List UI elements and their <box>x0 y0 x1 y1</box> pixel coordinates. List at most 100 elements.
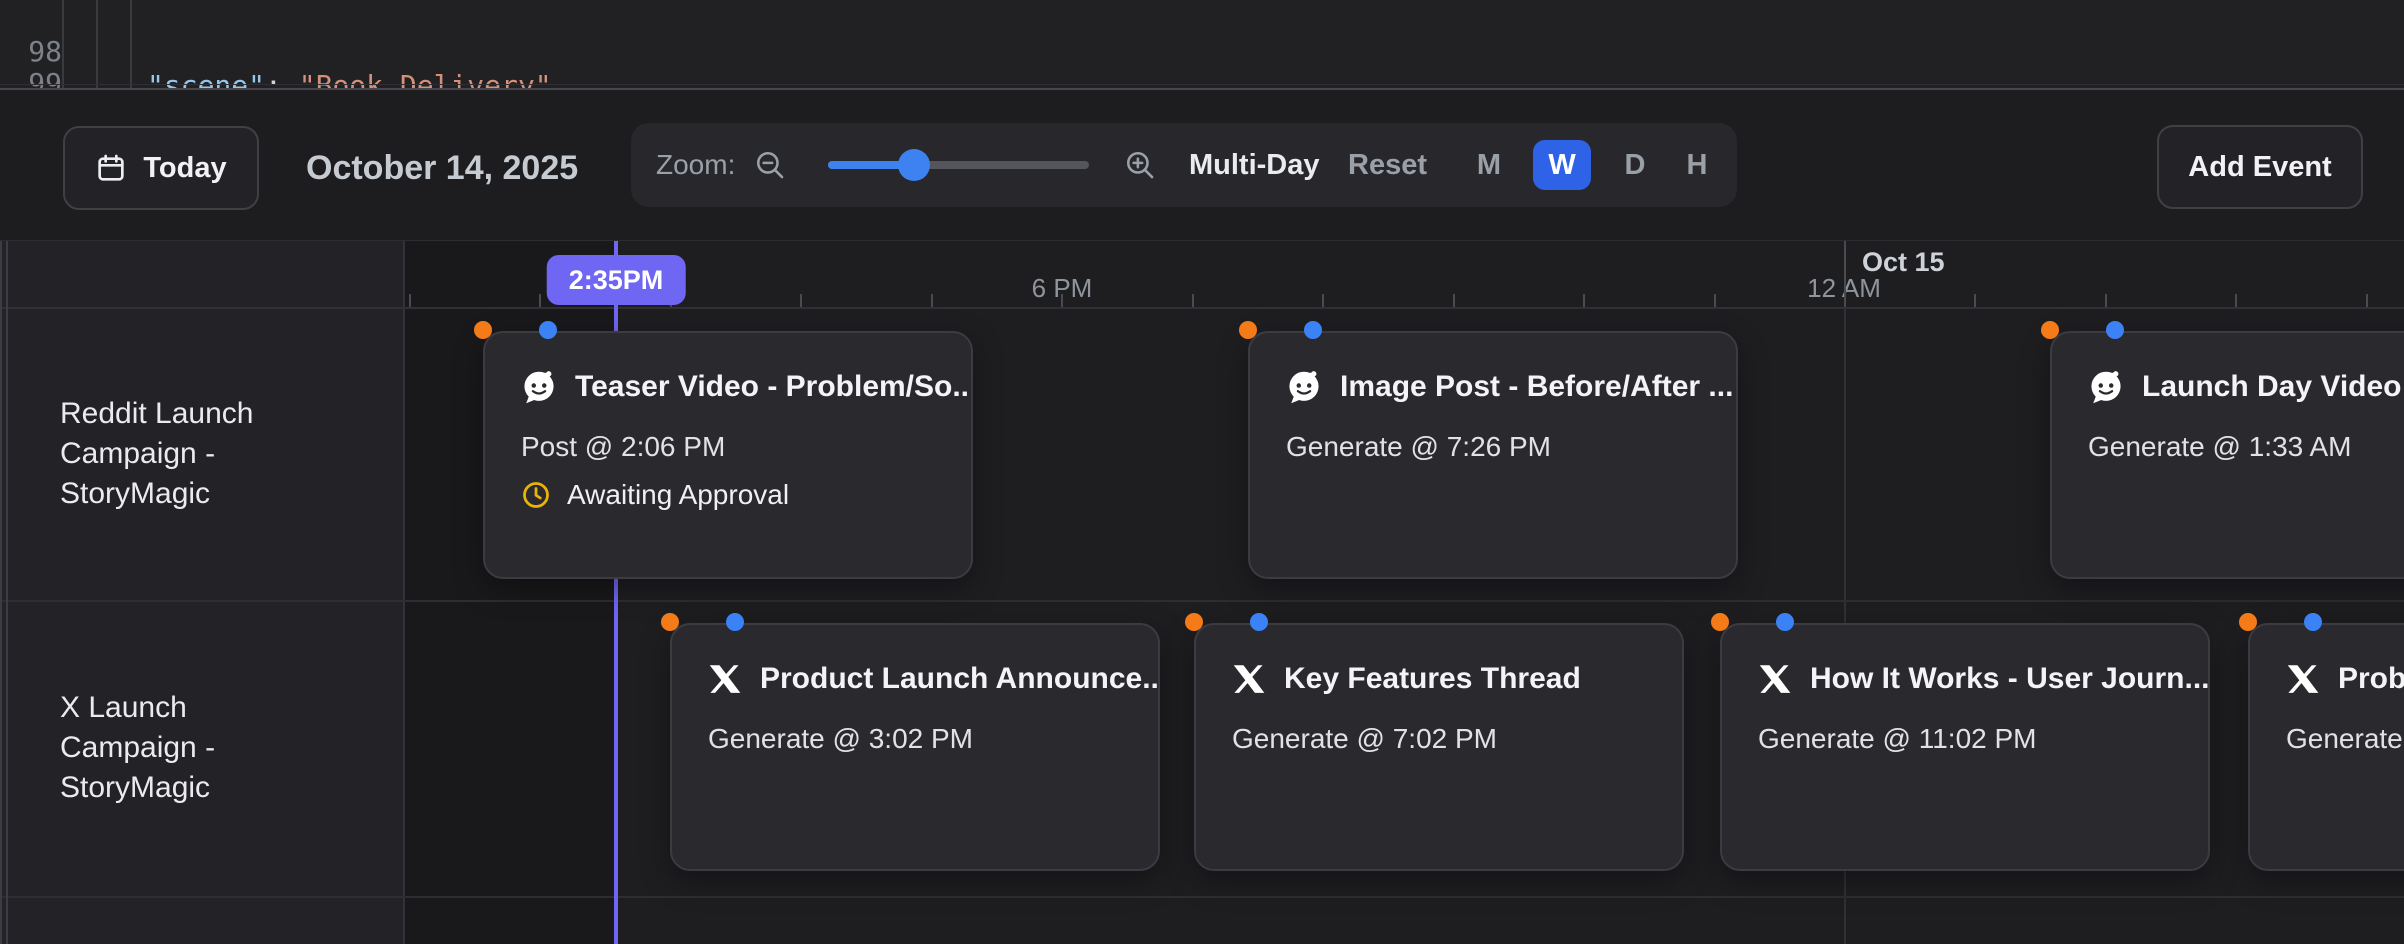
day-boundary-line <box>1844 241 1846 308</box>
event-title: Image Post - Before/After ... <box>1340 370 1733 404</box>
hour-tick <box>1453 294 1455 308</box>
generate-time-dot[interactable] <box>2239 613 2257 631</box>
event-card[interactable]: Proble Generate @ <box>2248 623 2404 871</box>
day-label: Oct 15 <box>1862 247 1945 278</box>
hour-tick <box>1322 294 1324 308</box>
view-mode-w[interactable]: W <box>1533 140 1591 190</box>
event-card[interactable]: Teaser Video - Problem/So... Post @ 2:06 … <box>483 331 973 579</box>
generate-time-dot[interactable] <box>1711 613 1729 631</box>
row-label-text: Reddit Launch Campaign - StoryMagic <box>60 394 330 514</box>
event-card[interactable]: Key Features Thread Generate @ 7:02 PM <box>1194 623 1684 871</box>
zoom-slider-thumb[interactable] <box>898 149 930 181</box>
x-icon <box>708 662 742 696</box>
event-card[interactable]: Product Launch Announce... Generate @ 3:0… <box>670 623 1160 871</box>
post-time-dot[interactable] <box>2304 613 2322 631</box>
zoom-in-icon <box>1123 148 1157 182</box>
event-title: How It Works - User Journ... <box>1810 662 2210 696</box>
calendar-icon <box>95 152 127 184</box>
hour-tick <box>800 294 802 308</box>
code-line: 99 "prompt": "Cinematic sequence showing… <box>0 33 2404 67</box>
hour-tick <box>409 294 411 308</box>
zoom-slider[interactable] <box>828 161 1089 169</box>
generate-time-dot[interactable] <box>2041 321 2059 339</box>
event-title-row: Teaser Video - Problem/So... <box>521 367 973 407</box>
event-time: Generate @ 7:02 PM <box>1232 723 1497 755</box>
app-root: 98 "scene": "Book Delivery", 99 "prompt"… <box>0 0 2404 944</box>
timeline-grid: 6 PM12 AMOct 15 Reddit Launch Campaign -… <box>0 240 2404 944</box>
event-time: Post @ 2:06 PM <box>521 431 725 463</box>
multi-day-toggle[interactable]: Multi-Day <box>1189 123 1320 207</box>
generate-time-dot[interactable] <box>661 613 679 631</box>
reset-button[interactable]: Reset <box>1348 123 1427 207</box>
post-time-dot[interactable] <box>2106 321 2124 339</box>
event-card[interactable]: Launch Day Video - I Generate @ 1:33 AM <box>2050 331 2404 579</box>
event-time: Generate @ <box>2286 723 2404 755</box>
event-title: Product Launch Announce... <box>760 662 1160 696</box>
row-divider <box>0 896 2404 898</box>
line-number: 99 <box>14 67 62 90</box>
event-title-row: Proble <box>2286 659 2404 699</box>
event-card[interactable]: How It Works - User Journ... Generate @ 1… <box>1720 623 2210 871</box>
event-title-row: How It Works - User Journ... <box>1758 659 2210 699</box>
hour-tick <box>2235 294 2237 308</box>
row-label: X Launch Campaign - StoryMagic <box>0 600 403 896</box>
event-title: Proble <box>2338 662 2404 696</box>
reddit-icon <box>1286 369 1322 405</box>
hour-tick <box>1583 294 1585 308</box>
hour-tick <box>2366 294 2368 308</box>
event-title: Key Features Thread <box>1284 662 1581 696</box>
generate-time-dot[interactable] <box>1185 613 1203 631</box>
event-status: Awaiting Approval <box>521 479 789 511</box>
code-line: 98 "scene": "Book Delivery", <box>0 1 2404 35</box>
event-time: Generate @ 11:02 PM <box>1758 723 2037 755</box>
pane-edge <box>0 241 2 944</box>
hour-tick <box>931 294 933 308</box>
event-title-row: Product Launch Announce... <box>708 659 1160 699</box>
post-time-dot[interactable] <box>1304 321 1322 339</box>
row-label: Reddit Launch Campaign - StoryMagic <box>0 308 403 600</box>
reddit-icon <box>2088 369 2124 405</box>
add-event-button[interactable]: Add Event <box>2157 125 2363 209</box>
zoom-in-button[interactable] <box>1123 123 1157 207</box>
event-title-row: Key Features Thread <box>1232 659 1581 699</box>
toolbar: Today October 14, 2025 Zoom: Multi-Day R… <box>0 90 2404 240</box>
json-string: "Book Delivery" <box>299 69 552 90</box>
view-mode-d[interactable]: D <box>1617 140 1653 190</box>
add-event-label: Add Event <box>2188 151 2331 184</box>
hour-tick <box>1192 294 1194 308</box>
x-icon <box>2286 662 2320 696</box>
event-title: Teaser Video - Problem/So... <box>575 370 973 404</box>
timeline-controls: Zoom: Multi-Day Reset MWDH <box>631 123 1737 207</box>
current-date: October 14, 2025 <box>306 126 578 210</box>
hour-label: 6 PM <box>1032 273 1093 304</box>
today-button[interactable]: Today <box>63 126 259 210</box>
event-time: Generate @ 1:33 AM <box>2088 431 2351 463</box>
reddit-icon <box>521 369 557 405</box>
today-label: Today <box>143 152 226 185</box>
view-mode-switcher: MWDH <box>1471 123 1715 207</box>
json-key: "scene" <box>147 69 265 90</box>
hour-tick <box>2105 294 2107 308</box>
event-time: Generate @ 3:02 PM <box>708 723 973 755</box>
post-time-dot[interactable] <box>1776 613 1794 631</box>
event-status-text: Awaiting Approval <box>567 479 789 511</box>
x-icon <box>1758 662 1792 696</box>
view-mode-h[interactable]: H <box>1679 140 1715 190</box>
event-title: Launch Day Video - I <box>2142 370 2404 404</box>
clock-icon <box>521 480 551 510</box>
event-title-row: Image Post - Before/After ... <box>1286 367 1733 407</box>
row-label-text: X Launch Campaign - StoryMagic <box>60 688 330 808</box>
x-icon <box>1232 662 1266 696</box>
view-mode-m[interactable]: M <box>1471 140 1507 190</box>
post-time-dot[interactable] <box>726 613 744 631</box>
generate-time-dot[interactable] <box>474 321 492 339</box>
zoom-out-button[interactable] <box>753 123 787 207</box>
event-card[interactable]: Image Post - Before/After ... Generate @ … <box>1248 331 1738 579</box>
post-time-dot[interactable] <box>1250 613 1268 631</box>
generate-time-dot[interactable] <box>1239 321 1257 339</box>
post-time-dot[interactable] <box>539 321 557 339</box>
code-editor[interactable]: 98 "scene": "Book Delivery", 99 "prompt"… <box>0 0 2404 90</box>
zoom-out-icon <box>753 148 787 182</box>
event-time: Generate @ 7:26 PM <box>1286 431 1551 463</box>
current-time-badge: 2:35PM <box>547 255 686 305</box>
